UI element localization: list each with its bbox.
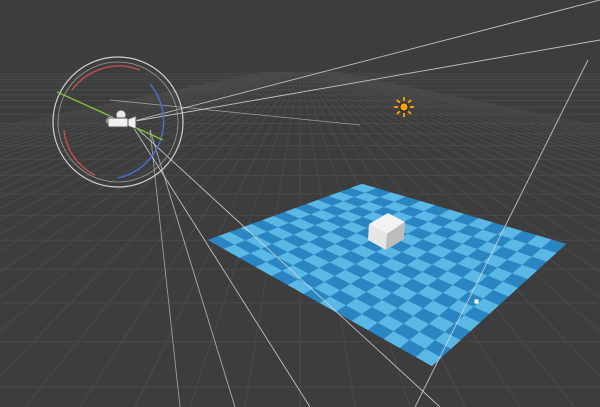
frustum-line	[129, 0, 600, 123]
camera-body	[107, 117, 129, 128]
sun-ray	[407, 110, 412, 115]
rotate-x-arc	[71, 65, 141, 91]
sun-icon[interactable]	[394, 97, 414, 117]
3d-viewport[interactable]	[0, 0, 600, 407]
frustum-handle[interactable]	[474, 299, 479, 304]
frustum-dot	[474, 299, 479, 304]
camera-icon[interactable]	[105, 109, 137, 130]
sun-core	[399, 102, 409, 112]
scene-canvas[interactable]	[0, 0, 600, 407]
